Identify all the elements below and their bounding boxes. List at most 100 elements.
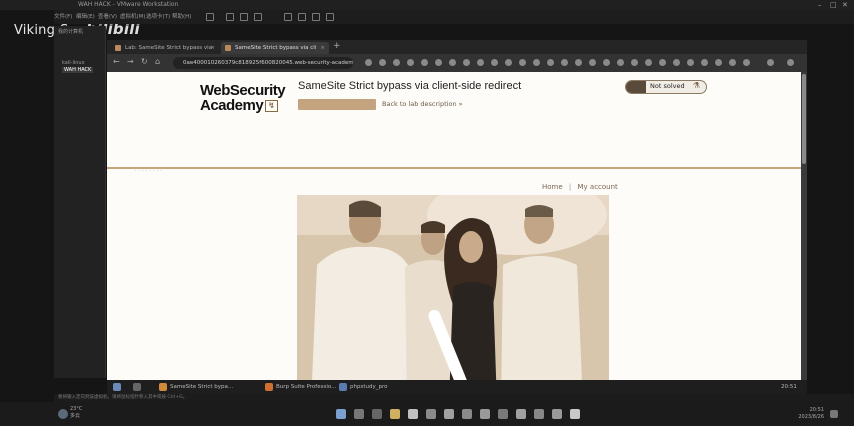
extension-icon[interactable] [393, 59, 400, 66]
library-item-wah-hack[interactable]: WAH HACK [62, 67, 94, 73]
view-console-icon[interactable] [312, 13, 320, 21]
extension-icon[interactable] [547, 59, 554, 66]
extension-icon[interactable] [533, 59, 540, 66]
vmware-icon[interactable] [534, 409, 544, 419]
menu-edit[interactable]: 编辑(E) [76, 12, 95, 20]
guest-clock[interactable]: 20:51 [781, 382, 797, 392]
taskbar-item-burp[interactable]: Burp Suite Professio... [265, 382, 336, 392]
pause-icon[interactable] [206, 13, 214, 21]
menu-file[interactable]: 文件(F) [54, 12, 72, 20]
status-label: Not solved [650, 82, 685, 90]
library-item-kali[interactable]: kali-linux [62, 60, 85, 66]
app-icon[interactable] [480, 409, 490, 419]
search-icon[interactable] [354, 409, 364, 419]
extension-icon[interactable] [659, 59, 666, 66]
extension-icon[interactable] [379, 59, 386, 66]
taskbar-item-phpstudy[interactable]: phpstudy_pro [339, 382, 399, 392]
extension-icon[interactable] [449, 59, 456, 66]
vmware-library: 我的计算机 kali-linux WAH HACK [54, 26, 106, 378]
vmware-statusbar: 要将输入定向到该虚拟机，请将鼠标指针移入其中或按 Ctrl+G。 [54, 394, 854, 402]
app-icon[interactable] [444, 409, 454, 419]
divider-dots: ········ [135, 168, 164, 174]
app-icon[interactable] [552, 409, 562, 419]
extension-icon[interactable] [435, 59, 442, 66]
forward-button[interactable]: → [127, 57, 134, 66]
browser-tab-lab[interactable]: Lab: SameSite Strict bypass via × [111, 42, 219, 54]
back-button[interactable]: ← [113, 57, 120, 66]
academy-logo-line2[interactable]: Academy [200, 97, 264, 114]
minimize-icon[interactable]: – [818, 0, 822, 10]
blog-hero-image[interactable] [297, 195, 609, 380]
library-root[interactable]: 我的计算机 [58, 28, 83, 35]
menu-icon[interactable] [787, 59, 794, 66]
back-to-description-link[interactable]: Back to lab description » [382, 100, 463, 108]
extension-icon[interactable] [463, 59, 470, 66]
weather-widget[interactable]: 23°C 多云 [70, 406, 82, 420]
home-button[interactable]: ⌂ [155, 57, 160, 66]
favicon-icon [225, 45, 231, 51]
menu-vm[interactable]: 虚拟机(M) [120, 12, 146, 20]
extension-icon[interactable] [589, 59, 596, 66]
profile-icon[interactable] [767, 59, 774, 66]
extension-icon[interactable] [505, 59, 512, 66]
close-tab-icon[interactable]: × [210, 42, 215, 54]
extension-icon[interactable] [561, 59, 568, 66]
view-unity-icon[interactable] [298, 13, 306, 21]
app-icon[interactable] [462, 409, 472, 419]
taskbar-item-browser[interactable]: SameSite Strict bypa... [159, 382, 234, 392]
page-scrollbar[interactable] [801, 72, 807, 380]
app-icon[interactable] [516, 409, 526, 419]
nav-separator: | [568, 183, 572, 191]
extension-icon[interactable] [687, 59, 694, 66]
typora-icon[interactable] [570, 409, 580, 419]
extension-icon[interactable] [673, 59, 680, 66]
extension-icon[interactable] [407, 59, 414, 66]
extension-icon[interactable] [575, 59, 582, 66]
extension-icon[interactable] [519, 59, 526, 66]
extension-icon[interactable] [701, 59, 708, 66]
close-icon[interactable]: ✕ [842, 0, 848, 10]
extension-icon[interactable] [421, 59, 428, 66]
reload-button[interactable]: ↻ [141, 57, 148, 66]
lab-header-button[interactable] [298, 99, 376, 110]
manager-icon[interactable] [254, 13, 262, 21]
top-nav: Home | My account [542, 183, 618, 191]
browser-tab-active[interactable]: SameSite Strict bypass via cli × [221, 42, 329, 54]
nav-home-link[interactable]: Home [542, 183, 563, 191]
extension-icon[interactable] [631, 59, 638, 66]
extension-icon[interactable] [645, 59, 652, 66]
extension-icon[interactable] [729, 59, 736, 66]
extension-icon[interactable] [365, 59, 372, 66]
scrollbar-thumb[interactable] [802, 74, 806, 164]
vmware-menubar: 文件(F) 编辑(E) 查看(V) 虚拟机(M) 选项卡(T) 帮助(H) [54, 10, 854, 24]
maximize-icon[interactable]: □ [830, 0, 837, 10]
menu-view[interactable]: 查看(V) [98, 12, 117, 20]
revert-icon[interactable] [240, 13, 248, 21]
notification-icon[interactable] [830, 410, 838, 418]
host-clock[interactable]: 20:51 2023/8/26 [798, 407, 824, 421]
address-bar[interactable]: 0ae400010260379c818925f600820045.web-sec… [173, 57, 353, 69]
app-icon[interactable] [498, 409, 508, 419]
extension-icon[interactable] [477, 59, 484, 66]
start-icon[interactable] [336, 409, 346, 419]
nav-my-account-link[interactable]: My account [578, 183, 618, 191]
extension-icon[interactable] [603, 59, 610, 66]
extension-icon[interactable] [617, 59, 624, 66]
extension-icon[interactable] [491, 59, 498, 66]
close-tab-icon[interactable]: × [320, 42, 325, 54]
browser-toolbar: ← → ↻ ⌂ 0ae400010260379c818925f600820045… [107, 54, 807, 72]
snapshot-icon[interactable] [226, 13, 234, 21]
new-tab-button[interactable]: + [333, 41, 341, 51]
view-stretch-icon[interactable] [326, 13, 334, 21]
task-view-icon[interactable] [372, 409, 382, 419]
menu-tabs[interactable]: 选项卡(T) [146, 12, 170, 20]
file-explorer-icon[interactable] [390, 409, 400, 419]
word-icon[interactable] [426, 409, 436, 419]
view-full-icon[interactable] [284, 13, 292, 21]
extension-icon[interactable] [743, 59, 750, 66]
extension-icon[interactable] [715, 59, 722, 66]
bilibili-app-icon[interactable] [408, 409, 418, 419]
menu-help[interactable]: 帮助(H) [172, 12, 191, 20]
weather-icon [58, 409, 68, 419]
taskbar-label: SameSite Strict bypa... [170, 384, 234, 390]
